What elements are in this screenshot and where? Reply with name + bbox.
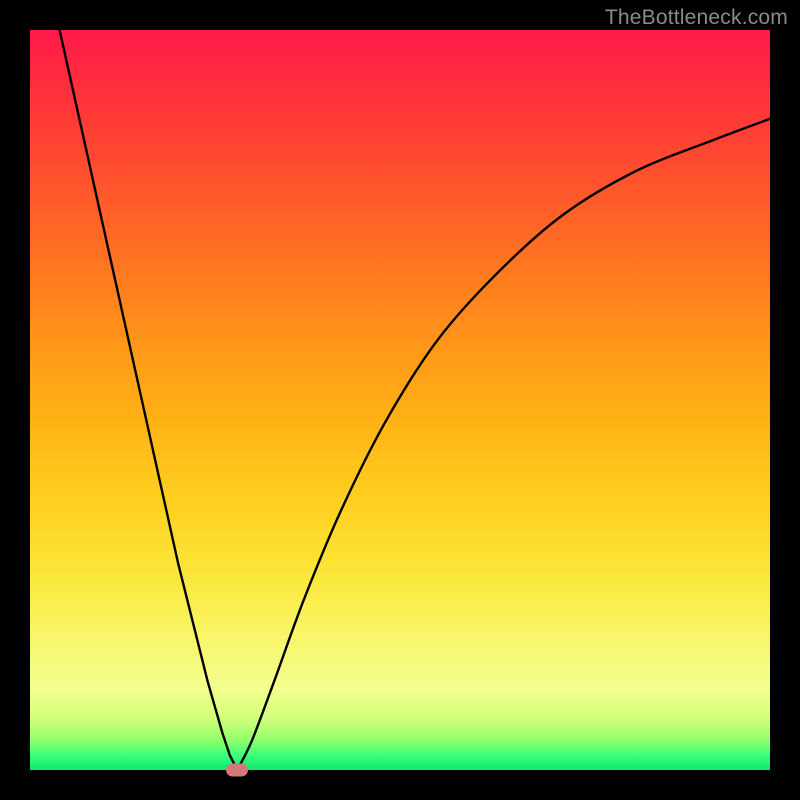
curve-right-branch [237,119,770,770]
watermark-text: TheBottleneck.com [605,6,788,30]
bottleneck-marker [226,764,248,777]
curve-left-branch [60,30,238,770]
plot-area [30,30,770,770]
chart-frame: TheBottleneck.com [0,0,800,800]
curve-layer [30,30,770,770]
